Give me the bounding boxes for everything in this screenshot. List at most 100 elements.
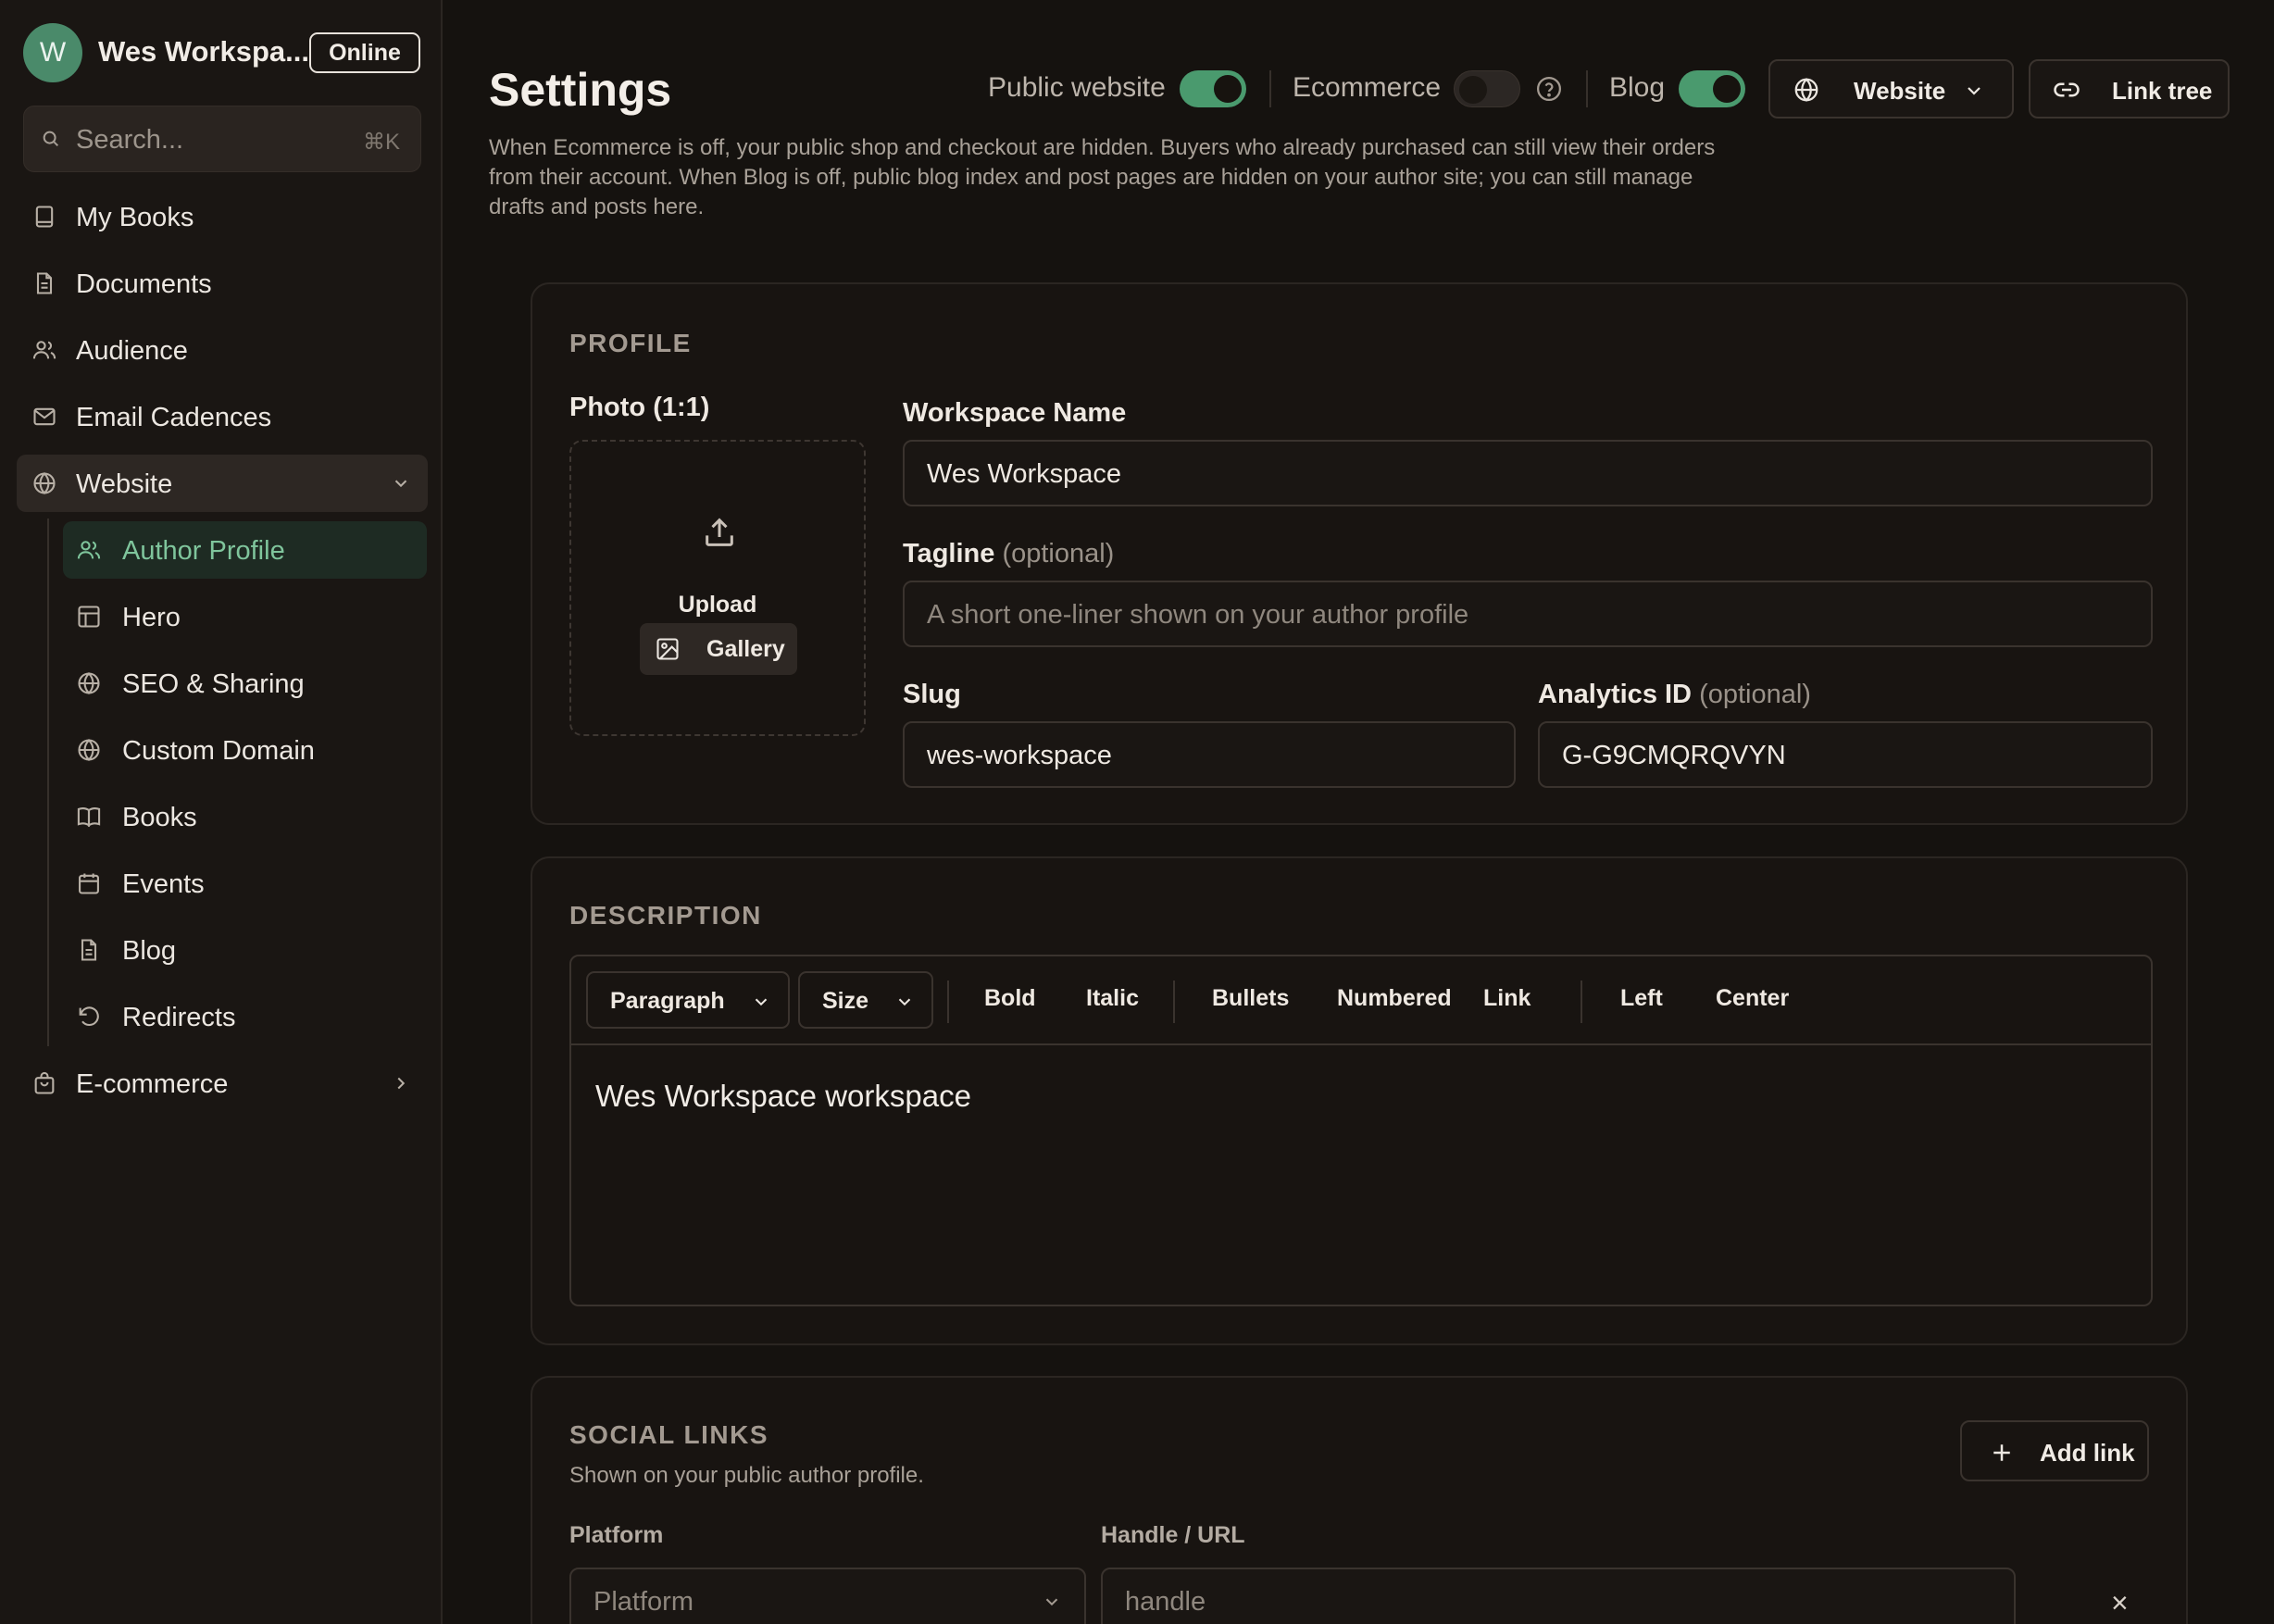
plus-icon (1988, 1439, 2016, 1467)
photo-label: Photo (1:1) (569, 393, 710, 422)
sidebar-item-website[interactable]: Website (17, 455, 428, 512)
divider (1586, 70, 1588, 107)
sidebar-item-e-commerce[interactable]: E-commerce (17, 1055, 428, 1112)
analytics-id-label-text: Analytics ID (1538, 680, 1692, 709)
photo-upload-dropzone[interactable]: Upload Gallery (569, 440, 866, 736)
bold-button[interactable]: Bold (984, 985, 1036, 1012)
paragraph-select-label: Paragraph (610, 988, 725, 1014)
toggle-knob (1459, 76, 1487, 104)
handle-column-label: Handle / URL (1101, 1522, 1245, 1548)
toggle-knob (1214, 75, 1242, 103)
analytics-id-value: G-G9CMQRQVYN (1562, 741, 1786, 770)
sidebar-subitem-label: Hero (122, 603, 181, 632)
public-website-toggle-label: Public website (988, 72, 1166, 103)
slug-label: Slug (903, 680, 961, 709)
align-center-button[interactable]: Center (1716, 985, 1789, 1012)
link-icon (2053, 76, 2080, 104)
size-select[interactable]: Size (798, 971, 933, 1029)
sidebar-subitem-seo-sharing[interactable]: SEO & Sharing (63, 655, 427, 712)
toggle-knob (1713, 75, 1741, 103)
avatar[interactable]: W (23, 23, 82, 82)
link-button[interactable]: Link (1483, 985, 1531, 1012)
sidebar-subitem-books[interactable]: Books (63, 788, 427, 845)
sidebar-subitem-redirects[interactable]: Redirects (63, 988, 427, 1045)
workspace-name-value: Wes Workspace (927, 459, 1122, 489)
gallery-label: Gallery (706, 636, 785, 662)
size-select-label: Size (822, 988, 869, 1014)
gallery-button[interactable]: Gallery (640, 623, 797, 675)
ecommerce-toggle[interactable] (1454, 70, 1520, 107)
analytics-optional-hint: (optional) (1699, 680, 1811, 709)
editor-toolbar: Paragraph Size Bold Italic Bullets Numbe… (571, 956, 2151, 1045)
tagline-label: Tagline (optional) (903, 539, 1114, 569)
search-icon (41, 129, 61, 149)
sidebar-item-my-books[interactable]: My Books (17, 188, 428, 245)
users-icon (76, 537, 102, 563)
blog-toggle[interactable] (1679, 70, 1745, 107)
sidebar-subitem-label: Author Profile (122, 536, 285, 566)
workspace-name-input[interactable]: Wes Workspace (903, 440, 2153, 506)
profile-card: PROFILE Photo (1:1) Upload Gallery Works… (531, 282, 2188, 825)
analytics-id-input[interactable]: G-G9CMQRQVYN (1538, 721, 2153, 788)
slug-input[interactable]: wes-workspace (903, 721, 1516, 788)
toolbar-divider (1581, 981, 1582, 1023)
tagline-optional-hint: (optional) (1002, 539, 1115, 568)
paragraph-select[interactable]: Paragraph (586, 971, 790, 1029)
remove-link-button[interactable]: × (2111, 1586, 2129, 1620)
align-left-button[interactable]: Left (1620, 985, 1663, 1012)
handle-input[interactable]: handle (1101, 1568, 2016, 1624)
website-dropdown-button[interactable]: Website (1768, 59, 2014, 119)
calendar-icon (76, 870, 102, 896)
sidebar-subitem-author-profile[interactable]: Author Profile (63, 521, 427, 579)
public-website-toggle[interactable] (1180, 70, 1246, 107)
social-links-card: SOCIAL LINKS Shown on your public author… (531, 1376, 2188, 1624)
add-link-label: Add link (2040, 1439, 2135, 1467)
sidebar-item-email-cadences[interactable]: Email Cadences (17, 388, 428, 445)
numbered-button[interactable]: Numbered (1337, 985, 1452, 1012)
handle-placeholder: handle (1125, 1587, 1206, 1617)
help-circle-icon[interactable] (1535, 75, 1563, 103)
blog-toggle-label: Blog (1609, 72, 1666, 103)
sidebar-subitem-label: Blog (122, 936, 177, 966)
sidebar-subitem-hero[interactable]: Hero (63, 588, 427, 645)
sidebar-subitem-label: Custom Domain (122, 736, 315, 766)
tagline-input[interactable]: A short one-liner shown on your author p… (903, 581, 2153, 647)
sidebar-item-documents[interactable]: Documents (17, 255, 428, 312)
sidebar-subitem-events[interactable]: Events (63, 855, 427, 912)
sidebar-item-label: Documents (76, 269, 212, 299)
platform-select[interactable]: Platform (569, 1568, 1086, 1624)
description-card: DESCRIPTION Paragraph Size Bold Italic B… (531, 856, 2188, 1345)
settings-intro-text: When Ecommerce is off, your public shop … (489, 135, 1716, 219)
sidebar-item-label: My Books (76, 203, 194, 232)
platform-column-label: Platform (569, 1522, 664, 1548)
chevron-right-icon[interactable] (391, 1073, 411, 1093)
image-icon (655, 636, 681, 662)
chevron-down-icon (1963, 80, 1985, 102)
online-status-button[interactable]: Online (309, 32, 420, 73)
mail-icon (31, 404, 57, 430)
search-input[interactable]: Search... ⌘K (23, 106, 421, 172)
social-links-subtitle: Shown on your public author profile. (569, 1463, 924, 1488)
workspace-name-label: Workspace Name (903, 398, 1127, 428)
users-icon (31, 337, 57, 363)
sidebar-subitem-blog[interactable]: Blog (63, 921, 427, 979)
description-editor-content[interactable]: Wes Workspace workspace (595, 1079, 971, 1114)
italic-button[interactable]: Italic (1086, 985, 1139, 1012)
link-tree-button[interactable]: Link tree (2029, 59, 2230, 119)
sidebar-subitem-custom-domain[interactable]: Custom Domain (63, 721, 427, 779)
sidebar-item-audience[interactable]: Audience (17, 321, 428, 379)
sidebar-subitem-label: Books (122, 803, 197, 832)
add-link-button[interactable]: Add link (1960, 1420, 2149, 1481)
document-icon (76, 937, 102, 963)
platform-placeholder: Platform (593, 1587, 693, 1617)
bullets-button[interactable]: Bullets (1212, 985, 1289, 1012)
open-book-icon (76, 804, 102, 830)
upload-icon (701, 514, 738, 551)
page-title: Settings (489, 64, 672, 116)
book-icon (31, 204, 57, 230)
social-links-section-title: SOCIAL LINKS (569, 1420, 769, 1449)
submenu-rail (47, 518, 49, 1046)
chevron-down-icon[interactable] (391, 473, 411, 493)
workspace-name[interactable]: Wes Workspa... (98, 35, 309, 69)
sidebar-subitem-label: Events (122, 869, 205, 899)
